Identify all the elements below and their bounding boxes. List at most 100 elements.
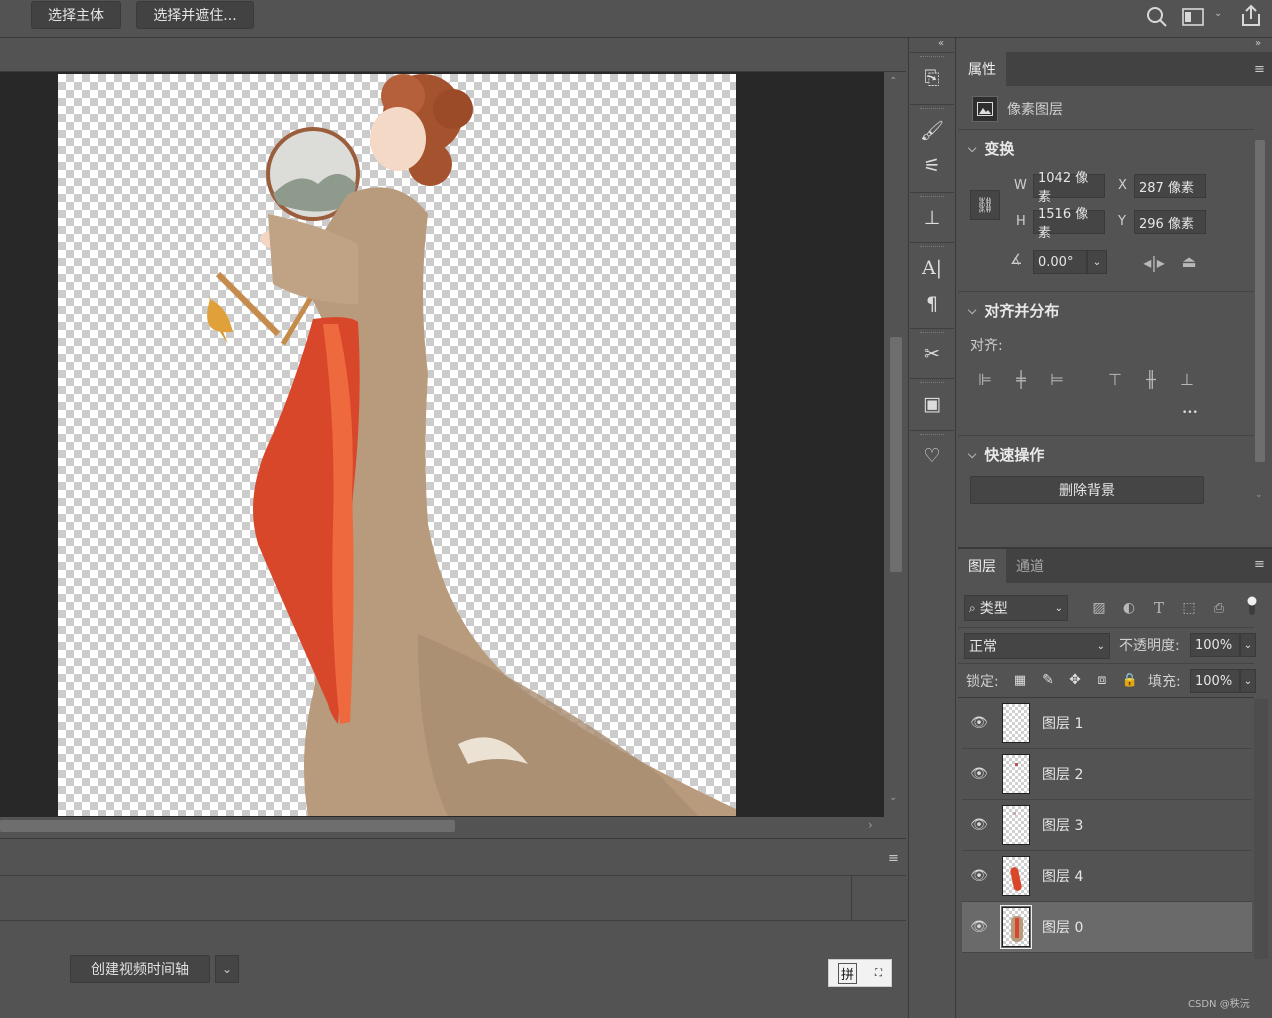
tab-channels[interactable]: 通道 <box>1006 549 1054 583</box>
scroll-down-icon[interactable]: ⌄ <box>889 792 897 803</box>
x-position-field[interactable]: 287 像素 <box>1134 174 1206 198</box>
chevron-down-icon: ⌵ <box>968 447 977 461</box>
fill-dropdown-chevron-icon[interactable]: ⌄ <box>1240 669 1256 693</box>
layer-name[interactable]: 图层 1 <box>1042 713 1083 733</box>
align-top-icon[interactable]: ⊤ <box>1104 368 1126 390</box>
scroll-down-icon[interactable]: ⌄ <box>1255 490 1263 500</box>
align-bottom-icon[interactable]: ⊥ <box>1176 368 1198 390</box>
lock-image-brush-icon[interactable]: ✎ <box>1038 669 1058 691</box>
character-icon[interactable]: A| <box>910 250 954 286</box>
opacity-label: 不透明度: <box>1119 638 1180 654</box>
layers-scrollbar[interactable] <box>1254 699 1268 959</box>
layer-row[interactable]: 👁 图层 1 <box>962 698 1252 749</box>
layer-thumbnail <box>1002 856 1030 896</box>
artwork-figure <box>207 74 736 816</box>
angle-dropdown-chevron-icon[interactable]: ⌄ <box>1087 250 1107 274</box>
filter-toggle-icon[interactable] <box>1247 595 1257 617</box>
link-dimensions-icon[interactable]: ⛓ <box>970 190 1000 220</box>
width-field[interactable]: 1042 像素 <box>1033 171 1105 205</box>
tab-layers[interactable]: 图层 <box>958 549 1006 583</box>
collapse-right-icon[interactable]: » <box>1255 38 1261 49</box>
vertical-scroll-thumb[interactable] <box>890 337 902 572</box>
properties-menu-icon[interactable]: ≡ <box>1254 62 1265 77</box>
layer-filter-select[interactable]: ⌕ 类型 ⌄ <box>964 595 1068 621</box>
horizontal-scrollbar[interactable]: › <box>0 817 886 835</box>
properties-scroll-thumb[interactable] <box>1255 140 1265 462</box>
layer-name[interactable]: 图层 0 <box>1042 917 1083 937</box>
tool-group-history: ⎘ <box>910 52 954 100</box>
height-field[interactable]: 1516 像素 <box>1033 207 1105 241</box>
align-left-icon[interactable]: ⊫ <box>974 368 996 390</box>
tab-properties[interactable]: 属性 <box>958 52 1006 86</box>
share-icon[interactable] <box>1240 4 1262 28</box>
tool-group-type: A| ¶ <box>910 242 954 324</box>
lock-artboard-icon[interactable]: ⧈ <box>1092 669 1112 691</box>
ime-expand-icon[interactable]: ⛶ <box>875 968 882 979</box>
create-video-timeline-button[interactable]: 创建视频时间轴 <box>70 955 210 983</box>
select-subject-button[interactable]: 选择主体 <box>31 1 121 29</box>
filter-shape-icon[interactable]: ⬚ <box>1178 597 1200 619</box>
visibility-eye-icon[interactable]: 👁 <box>962 715 996 731</box>
filter-type-icon[interactable]: T <box>1148 597 1170 619</box>
brush-settings-icon[interactable]: 🖌 <box>910 112 954 148</box>
align-section-header[interactable]: ⌵ 对齐并分布 <box>968 300 1059 321</box>
layer-row[interactable]: 👁 图层 4 <box>962 851 1252 902</box>
panel-menu-icon[interactable]: ≡ <box>888 851 899 866</box>
remove-background-button[interactable]: 删除背景 <box>970 476 1204 504</box>
clone-source-icon[interactable]: ⊥ <box>910 200 954 236</box>
y-label: Y <box>1118 214 1126 229</box>
layers-menu-icon[interactable]: ≡ <box>1254 557 1265 572</box>
more-options-icon[interactable]: ••• <box>1182 408 1198 418</box>
search-icon[interactable] <box>1146 6 1168 28</box>
align-vertical-center-icon[interactable]: ╫ <box>1140 368 1162 390</box>
scroll-up-icon[interactable]: ⌃ <box>889 76 897 87</box>
workspace-icon[interactable] <box>1182 8 1204 26</box>
filter-adjustment-icon[interactable]: ◐ <box>1118 597 1140 619</box>
opacity-field[interactable]: 100% <box>1190 633 1240 657</box>
align-right-icon[interactable]: ⊨ <box>1046 368 1068 390</box>
visibility-eye-icon[interactable]: 👁 <box>962 817 996 833</box>
quick-actions-section-header[interactable]: ⌵ 快速操作 <box>968 444 1044 465</box>
tool-group-learn: ♡ <box>910 430 954 478</box>
lock-position-move-icon[interactable]: ✥ <box>1065 669 1085 691</box>
transform-section-header[interactable]: ⌵ 变换 <box>968 138 1014 159</box>
learn-bulb-icon[interactable]: ♡ <box>910 438 954 474</box>
visibility-eye-icon[interactable]: 👁 <box>962 868 996 884</box>
blend-mode-select[interactable]: 正常 ⌄ <box>964 633 1110 659</box>
history-icon[interactable]: ⎘ <box>910 60 954 96</box>
angle-field[interactable]: 0.00° <box>1033 250 1087 274</box>
layer-name[interactable]: 图层 3 <box>1042 815 1083 835</box>
y-position-field[interactable]: 296 像素 <box>1134 210 1206 234</box>
lock-transparent-icon[interactable]: ▦ <box>1010 669 1030 691</box>
visibility-eye-icon[interactable]: 👁 <box>962 919 996 935</box>
properties-scrollbar[interactable]: ⌄ <box>1254 136 1268 506</box>
layer-name[interactable]: 图层 2 <box>1042 764 1083 784</box>
layer-row[interactable]: 👁 图层 2 <box>962 749 1252 800</box>
collapse-left-icon[interactable]: « <box>938 38 944 49</box>
select-and-mask-button[interactable]: 选择并遮住... <box>136 1 254 29</box>
fill-field[interactable]: 100% <box>1190 669 1240 693</box>
opacity-dropdown-chevron-icon[interactable]: ⌄ <box>1240 633 1256 657</box>
document-canvas[interactable] <box>58 74 736 816</box>
filter-pixel-icon[interactable]: ▨ <box>1088 597 1110 619</box>
flip-horizontal-icon[interactable]: ◂|▸ <box>1143 252 1165 272</box>
vertical-scrollbar[interactable]: ⌃ ⌄ <box>886 72 906 817</box>
layer-row[interactable]: 👁 图层 3 <box>962 800 1252 851</box>
align-horizontal-center-icon[interactable]: ╪ <box>1010 368 1032 390</box>
layer-thumbnail <box>1002 754 1030 794</box>
lock-all-icon[interactable]: 🔒 <box>1120 669 1140 691</box>
visibility-eye-icon[interactable]: 👁 <box>962 766 996 782</box>
paragraph-icon[interactable]: ¶ <box>910 286 954 322</box>
timeline-dropdown-chevron-icon[interactable]: ⌄ <box>215 955 239 983</box>
layer-row-selected[interactable]: 👁 图层 0 <box>962 902 1252 953</box>
scroll-right-icon[interactable]: › <box>868 818 873 832</box>
libraries-icon[interactable]: ▣ <box>910 386 954 422</box>
chevron-down-icon[interactable]: ⌄ <box>1214 8 1226 22</box>
ime-indicator[interactable]: 拼 ⛶ <box>828 959 892 987</box>
horizontal-scroll-thumb[interactable] <box>0 820 455 832</box>
tools-scissors-icon[interactable]: ✂ <box>910 336 954 372</box>
adjustment-sliders-icon[interactable]: ⚟ <box>910 148 954 184</box>
flip-vertical-icon[interactable]: ⏏ <box>1178 250 1200 272</box>
layer-name[interactable]: 图层 4 <box>1042 866 1083 886</box>
filter-smart-object-icon[interactable]: ⎙ <box>1208 597 1230 619</box>
